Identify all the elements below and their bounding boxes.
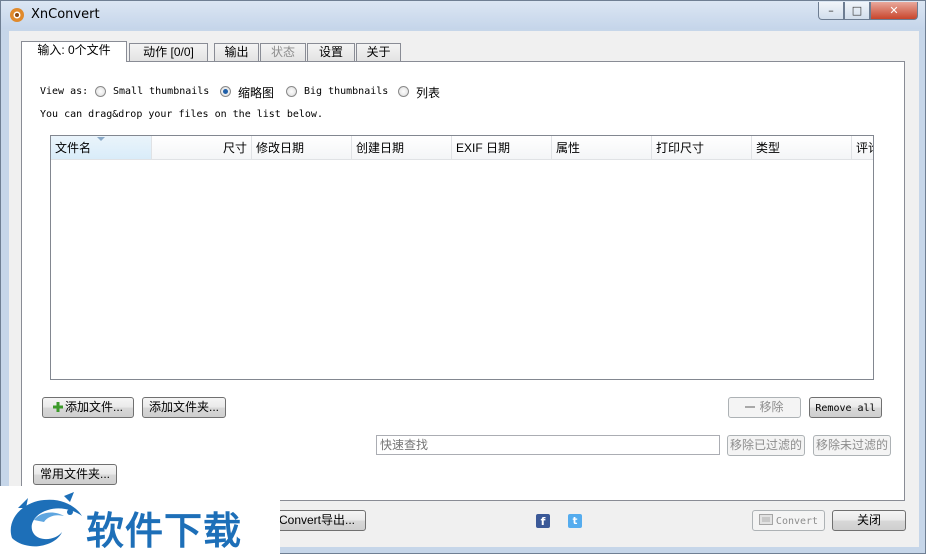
column-header-print-size[interactable]: 打印尺寸 [652,136,752,160]
view-list-radio[interactable] [398,86,409,97]
tab-input[interactable]: 输入: 0个文件 [21,41,127,62]
add-folder-button[interactable]: 添加文件夹... [142,397,226,418]
column-filename-label: 文件名 [55,141,92,155]
remove-filtered-button[interactable]: 移除已过滤的 [727,435,805,456]
window-title: XnConvert [31,7,100,22]
column-header-created[interactable]: 创建日期 [352,136,452,160]
remove-all-button[interactable]: Remove all [809,397,882,418]
add-files-button[interactable]: 添加文件... [42,397,134,418]
column-header-modified[interactable]: 修改日期 [252,136,352,160]
view-big-thumbnails-radio[interactable] [286,86,297,97]
app-logo-icon [10,8,24,22]
view-small-thumbnails-label[interactable]: Small thumbnails [113,86,209,97]
convert-button[interactable]: Convert [752,510,825,531]
minimize-button[interactable]: – [818,2,844,20]
tab-settings[interactable]: 设置 [307,43,355,61]
view-list-label[interactable]: 列表 [416,84,440,101]
remove-button[interactable]: 移除 [728,397,801,418]
minus-icon [745,406,756,408]
view-thumbnails-label[interactable]: 缩略图 [238,84,274,101]
view-thumbnails-radio[interactable] [220,86,231,97]
sort-arrow-icon [97,137,105,141]
title-bar[interactable]: XnConvert – □ ✕ [1,1,925,29]
convert-label: Convert [775,516,819,527]
column-header-filename[interactable]: 文件名 [51,136,152,160]
watermark-text: 软件下载 [86,508,243,553]
dragon-logo-icon [10,492,83,547]
export-button[interactable]: Convert导出... [268,510,366,531]
maximize-button[interactable]: □ [844,2,870,20]
remove-unfiltered-button[interactable]: 移除未过滤的 [813,435,891,456]
file-list[interactable]: 文件名 尺寸 修改日期 创建日期 EXIF 日期 属性 打印尺寸 类型 评论 [50,135,874,380]
common-folders-button[interactable]: 常用文件夹... [33,464,117,485]
tab-status[interactable]: 状态 [260,43,306,61]
remove-all-label: Remove all [815,403,876,414]
column-header-attributes[interactable]: 属性 [552,136,652,160]
convert-icon [758,514,773,525]
facebook-icon[interactable]: f [536,514,550,528]
watermark-logo: 软件下载 [0,486,280,554]
view-as-label: View as: [40,86,89,97]
column-header-exif-date[interactable]: EXIF 日期 [452,136,552,160]
plus-icon [52,402,63,412]
add-files-label: 添加文件... [64,400,123,414]
tab-about[interactable]: 关于 [356,43,401,61]
tab-actions[interactable]: 动作 [0/0] [129,43,208,61]
column-header-type[interactable]: 类型 [752,136,852,160]
close-button[interactable]: 关闭 [832,510,906,531]
twitter-icon[interactable]: t [568,514,582,528]
remove-label: 移除 [759,400,784,414]
drag-drop-hint: You can drag&drop your files on the list… [40,109,323,120]
view-big-thumbnails-label[interactable]: Big thumbnails [304,86,388,97]
tab-output[interactable]: 输出 [214,43,259,61]
column-header-comment[interactable]: 评论 [852,136,873,160]
column-header-size[interactable]: 尺寸 [152,136,252,160]
view-small-thumbnails-radio[interactable] [95,86,106,97]
quick-search-input[interactable] [376,435,720,455]
close-window-button[interactable]: ✕ [870,2,918,20]
